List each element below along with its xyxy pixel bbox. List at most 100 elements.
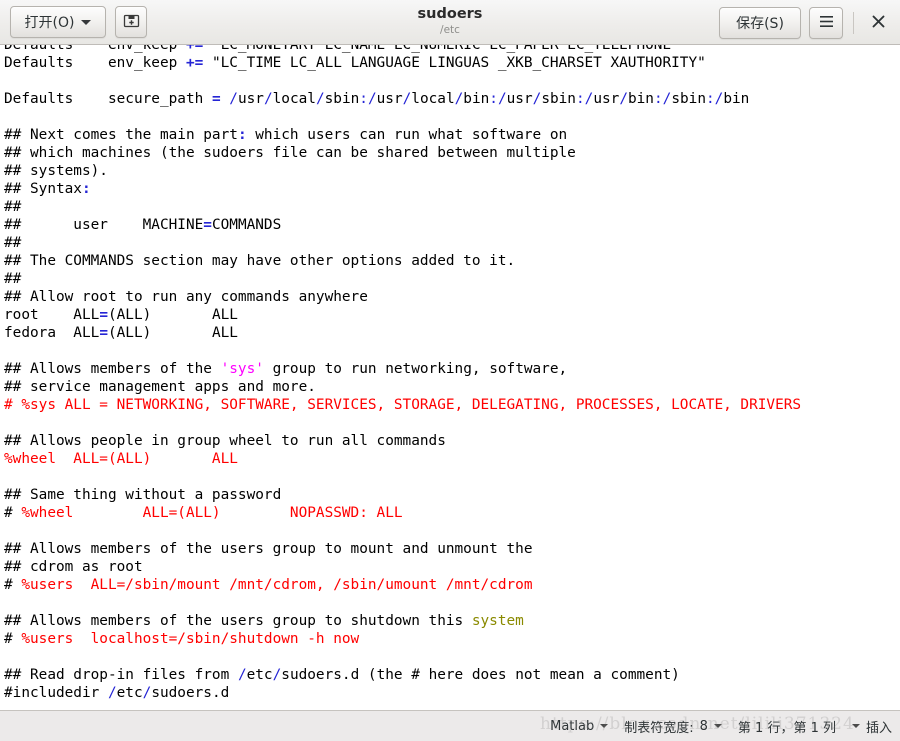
code-line: fedora ALL=(ALL) ALL bbox=[4, 324, 801, 342]
code-line: ## Read drop-in files from /etc/sudoers.… bbox=[4, 666, 801, 684]
code-span: sbin bbox=[324, 91, 360, 107]
code-span: local bbox=[272, 91, 316, 107]
code-span: etc bbox=[116, 685, 143, 701]
code-span: ## Allow root to run any commands anywhe… bbox=[4, 289, 368, 305]
code-span: ## service management apps and more. bbox=[4, 379, 316, 395]
code-line: ## systems). bbox=[4, 162, 801, 180]
save-button[interactable]: 保存(S) bbox=[719, 6, 801, 39]
code-line: ## Allows people in group wheel to run a… bbox=[4, 432, 801, 450]
hamburger-menu-button[interactable] bbox=[809, 6, 843, 39]
code-span: #includedir bbox=[4, 685, 108, 701]
titlebar-left-controls: 打开(O) bbox=[10, 6, 147, 38]
insert-mode-indicator[interactable]: 插入 bbox=[851, 717, 892, 736]
code-line: ## Syntax: bbox=[4, 180, 801, 198]
code-line: ## The COMMANDS section may have other o… bbox=[4, 252, 801, 270]
code-span: / bbox=[532, 91, 542, 107]
code-span: bin bbox=[723, 91, 750, 107]
code-line: ## cdrom as root bbox=[4, 558, 801, 576]
code-line: %wheel ALL=(ALL) ALL bbox=[4, 450, 801, 468]
code-span: fedora ALL bbox=[4, 325, 100, 341]
code-span: system bbox=[471, 613, 524, 629]
code-span: / bbox=[272, 667, 282, 683]
source-code-content: Defaults env_keep += "LC_MONETARY LC_NAM… bbox=[0, 45, 805, 702]
text-editor-area[interactable]: Defaults env_keep += "LC_MONETARY LC_NAM… bbox=[0, 45, 900, 710]
chevron-down-icon bbox=[600, 724, 609, 728]
code-span: ## Next comes the main part bbox=[4, 127, 238, 143]
code-span: bin bbox=[627, 91, 654, 107]
code-span: += bbox=[185, 45, 204, 53]
tab-width-label: 制表符宽度: bbox=[624, 720, 694, 736]
code-line: ## Allows members of the users group to … bbox=[4, 540, 801, 558]
new-document-button[interactable] bbox=[115, 6, 147, 38]
code-span: ## Allows members of the bbox=[4, 361, 221, 377]
code-span: ## The COMMANDS section may have other o… bbox=[4, 253, 516, 269]
code-span: "LC_TIME LC_ALL LANGUAGE LINGUAS _XKB_CH… bbox=[203, 55, 706, 71]
code-span: ## user MACHINE bbox=[4, 217, 204, 233]
code-span: # bbox=[4, 631, 22, 647]
chevron-down-icon bbox=[713, 724, 722, 728]
code-line: ## Same thing without a password bbox=[4, 486, 801, 504]
code-span: usr bbox=[506, 91, 533, 107]
code-span: group to run networking, software, bbox=[263, 361, 568, 377]
code-span: (ALL) ALL bbox=[107, 307, 238, 323]
code-span: ## which machines (the sudoers file can … bbox=[4, 145, 576, 161]
chevron-down-icon bbox=[851, 724, 860, 728]
insert-mode-label: 插入 bbox=[865, 720, 892, 736]
code-span: Defaults env_keep bbox=[4, 55, 186, 71]
code-span: : bbox=[653, 91, 663, 107]
code-span: : bbox=[359, 91, 368, 107]
code-span: ## cdrom as root bbox=[4, 559, 143, 575]
code-span: / bbox=[142, 685, 152, 701]
code-line: Defaults secure_path = /usr/local/sbin:/… bbox=[4, 90, 801, 108]
language-mode-selector[interactable]: Matlab bbox=[550, 718, 609, 734]
open-button[interactable]: 打开(O) bbox=[10, 6, 106, 38]
code-span bbox=[221, 91, 230, 107]
code-line: ## Allows members of the 'sys' group to … bbox=[4, 360, 801, 378]
code-span: / bbox=[367, 91, 377, 107]
code-span: / bbox=[315, 91, 325, 107]
code-span: = bbox=[203, 217, 212, 233]
code-span: / bbox=[237, 667, 247, 683]
code-span: root ALL bbox=[4, 307, 100, 323]
code-span: Defaults env_keep bbox=[4, 45, 186, 53]
code-span: / bbox=[107, 685, 117, 701]
code-span: = bbox=[99, 307, 108, 323]
code-span: : bbox=[237, 127, 247, 143]
code-line: ## bbox=[4, 234, 801, 252]
code-line: ## Next comes the main part: which users… bbox=[4, 126, 801, 144]
code-span: # bbox=[4, 577, 22, 593]
code-span: etc bbox=[246, 667, 273, 683]
tab-width-value: 8 bbox=[699, 718, 708, 734]
code-line: # %wheel ALL=(ALL) NOPASSWD: ALL bbox=[4, 504, 801, 522]
code-span: / bbox=[454, 91, 464, 107]
page-subtitle-path: /etc bbox=[440, 24, 460, 37]
code-line: Defaults env_keep += "LC_TIME LC_ALL LAN… bbox=[4, 54, 801, 72]
code-span: / bbox=[619, 91, 628, 107]
code-span: usr bbox=[593, 91, 620, 107]
code-span: (ALL) ALL bbox=[107, 325, 238, 341]
code-line: # %users localhost=/sbin/shutdown -h now bbox=[4, 630, 801, 648]
toolbar-divider bbox=[853, 11, 854, 34]
code-line: ## user MACHINE=COMMANDS bbox=[4, 216, 801, 234]
code-line: ## Allows members of the users group to … bbox=[4, 612, 801, 630]
open-button-label: 打开(O) bbox=[24, 15, 75, 31]
code-span: local bbox=[411, 91, 455, 107]
code-span: = bbox=[211, 91, 221, 107]
code-line: ## Allow root to run any commands anywhe… bbox=[4, 288, 801, 306]
tab-width-selector[interactable]: 制表符宽度: 8 bbox=[624, 717, 722, 736]
code-span: # bbox=[4, 505, 22, 521]
code-span: ## Allows people in group wheel to run a… bbox=[4, 433, 446, 449]
code-span: %wheel ALL=(ALL) ALL bbox=[4, 451, 238, 467]
hamburger-menu-icon bbox=[819, 13, 834, 32]
code-span: 'sys' bbox=[220, 361, 264, 377]
close-button[interactable] bbox=[864, 7, 892, 39]
titlebar-right-controls: 保存(S) bbox=[719, 0, 892, 45]
language-mode-label: Matlab bbox=[550, 718, 595, 734]
close-icon bbox=[872, 13, 885, 33]
code-span: / bbox=[584, 91, 594, 107]
